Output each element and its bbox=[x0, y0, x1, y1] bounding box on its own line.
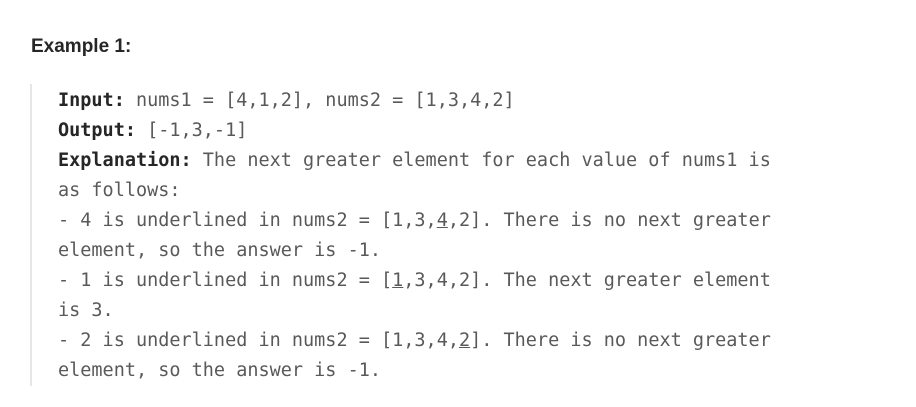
input-value: nums1 = [4,1,2], nums2 = [1,3,4,2] bbox=[124, 90, 515, 111]
item-2-after: ,3,4,2]. The next greater element bbox=[403, 270, 771, 291]
input-line: Input: nums1 = [4,1,2], nums2 = [1,3,4,2… bbox=[58, 86, 771, 116]
explanation-text: The next greater element for each value … bbox=[191, 150, 771, 171]
item-3-underlined: 2 bbox=[458, 330, 471, 351]
example-block: Input: nums1 = [4,1,2], nums2 = [1,3,4,2… bbox=[30, 84, 892, 386]
item-2-underlined: 1 bbox=[392, 270, 404, 291]
explanation-line: Explanation: The next greater element fo… bbox=[58, 146, 771, 176]
example-lines: Input: nums1 = [4,1,2], nums2 = [1,3,4,2… bbox=[58, 86, 771, 386]
item-2-before: - 1 is underlined in nums2 = [ bbox=[58, 270, 393, 291]
explanation-item-3-continuation: element, so the answer is -1. bbox=[58, 360, 382, 381]
explanation-label: Explanation: bbox=[58, 150, 192, 171]
output-label: Output: bbox=[58, 120, 136, 141]
example-heading: Example 1: bbox=[31, 36, 132, 57]
item-1-after: ,2]. There is no next greater bbox=[447, 210, 771, 231]
input-label: Input: bbox=[58, 90, 125, 111]
item-3-before: - 2 is underlined in nums2 = [1,3,4, bbox=[58, 330, 459, 351]
explanation-item-2-continuation: is 3. bbox=[58, 300, 114, 321]
explanation-continuation: as follows: bbox=[58, 180, 181, 201]
output-line: Output: [-1,3,-1] bbox=[58, 116, 771, 146]
explanation-item-2: - 1 is underlined in nums2 = [1,3,4,2]. … bbox=[58, 266, 771, 296]
output-value: [-1,3,-1] bbox=[135, 120, 248, 141]
explanation-item-1: - 4 is underlined in nums2 = [1,3,4,2]. … bbox=[58, 206, 771, 236]
explanation-item-3: - 2 is underlined in nums2 = [1,3,4,2]. … bbox=[58, 326, 771, 356]
explanation-item-1-continuation: element, so the answer is -1. bbox=[58, 240, 382, 261]
example-page: Example 1: Input: nums1 = [4,1,2], nums2… bbox=[0, 0, 916, 407]
item-3-after: ]. There is no next greater bbox=[470, 330, 771, 351]
item-1-before: - 4 is underlined in nums2 = [1,3, bbox=[58, 210, 437, 231]
item-1-underlined: 4 bbox=[436, 210, 448, 231]
